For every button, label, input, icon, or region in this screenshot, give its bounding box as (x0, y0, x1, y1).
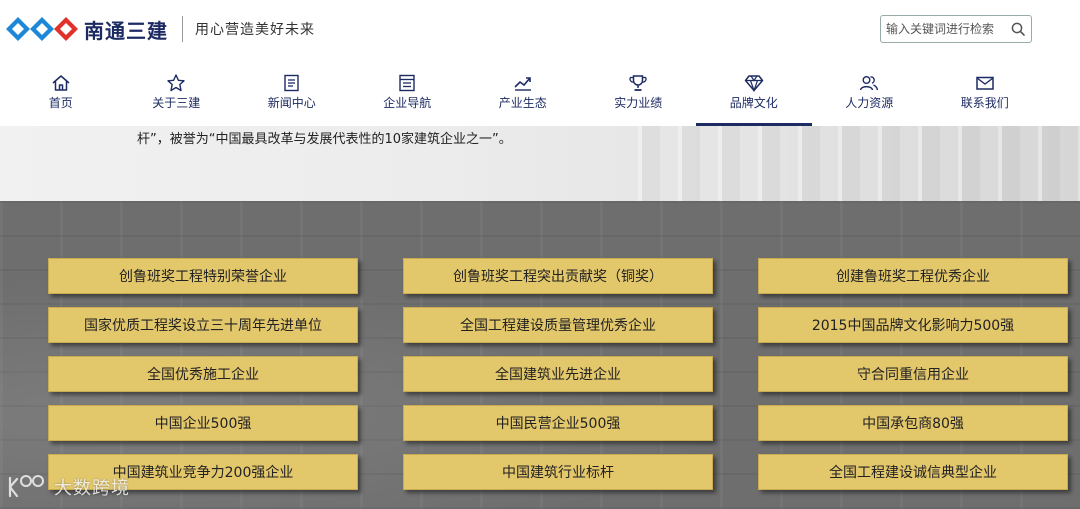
trophy-icon (629, 75, 647, 91)
nav-label: 首页 (48, 96, 73, 110)
brand-divider (182, 16, 183, 42)
watermark-text: 大数跨境 (54, 478, 130, 499)
people-icon (860, 76, 879, 91)
star-icon (167, 74, 185, 92)
home-icon (52, 75, 70, 91)
nav-item-brand-culture[interactable]: 品牌文化 (696, 70, 812, 126)
trend-chart-icon (514, 77, 531, 91)
award-tile[interactable]: 中国企业500强 (48, 405, 358, 441)
award-tile[interactable]: 中国建筑行业标杆 (403, 454, 713, 490)
award-tile[interactable]: 2015中国品牌文化影响力500强 (758, 307, 1068, 343)
nav-item-achievements[interactable]: 实力业绩 (581, 70, 697, 126)
nav-item-hr[interactable]: 人力资源 (812, 70, 928, 126)
nav-item-home[interactable]: 首页 (3, 70, 119, 126)
nav-item-about[interactable]: 关于三建 (119, 70, 235, 126)
award-tile[interactable]: 全国优秀施工企业 (48, 356, 358, 392)
site-header: 南通三建 用心营造美好未来 首页 关于三建 新闻中心 企业导航 产业生态 (0, 0, 1080, 126)
nav-label: 实力业绩 (614, 96, 663, 110)
awards-section: 创鲁班奖工程特别荣誉企业 创鲁班奖工程突出贡献奖（铜奖） 创建鲁班奖工程优秀企业… (0, 201, 1080, 509)
nav-item-news[interactable]: 新闻中心 (234, 70, 350, 126)
search-icon[interactable] (1010, 21, 1026, 37)
nav-label: 品牌文化 (729, 96, 778, 110)
watermark: 大数跨境 (6, 470, 130, 504)
award-tile[interactable]: 全国建筑业先进企业 (403, 356, 713, 392)
nav-item-industry[interactable]: 产业生态 (465, 70, 581, 126)
nav-item-enterprise-nav[interactable]: 企业导航 (350, 70, 466, 126)
award-tile[interactable]: 创鲁班奖工程特别荣誉企业 (48, 258, 358, 294)
logo-diamonds-icon (6, 17, 78, 41)
news-icon (284, 74, 299, 92)
award-tile[interactable]: 中国民营企业500强 (403, 405, 713, 441)
brand-name: 南通三建 (84, 18, 168, 43)
search-input[interactable] (881, 22, 1006, 36)
site-logo[interactable]: 南通三建 用心营造美好未来 (6, 14, 315, 44)
award-tile[interactable]: 全国工程建设诚信典型企业 (758, 454, 1068, 490)
brand-slogan: 用心营造美好未来 (195, 22, 315, 38)
award-tile[interactable]: 全国工程建设质量管理优秀企业 (403, 307, 713, 343)
intro-band: 杆”，被誉为“中国最具改革与发展代表性的10家建筑企业之一”。 (0, 126, 1080, 201)
main-nav: 首页 关于三建 新闻中心 企业导航 产业生态 实力业绩 品牌文化 人力资源 联系… (3, 70, 1043, 126)
intro-text: 杆”，被誉为“中国最具改革与发展代表性的10家建筑企业之一”。 (137, 132, 512, 147)
nav-label: 联系我们 (960, 96, 1009, 110)
award-tile[interactable]: 中国承包商80强 (758, 405, 1068, 441)
nav-label: 人力资源 (845, 96, 894, 110)
document-icon (399, 74, 415, 92)
nav-label: 产业生态 (498, 96, 547, 110)
nav-label: 新闻中心 (267, 96, 316, 110)
search-box (880, 15, 1032, 43)
award-tile[interactable]: 创鲁班奖工程突出贡献奖（铜奖） (403, 258, 713, 294)
award-tile[interactable]: 守合同重信用企业 (758, 356, 1068, 392)
nav-label: 关于三建 (152, 96, 201, 110)
watermark-logo-icon (8, 475, 44, 498)
award-tile[interactable]: 创建鲁班奖工程优秀企业 (758, 258, 1068, 294)
award-tile[interactable]: 国家优质工程奖设立三十周年先进单位 (48, 307, 358, 343)
award-grid: 创鲁班奖工程特别荣誉企业 创鲁班奖工程突出贡献奖（铜奖） 创建鲁班奖工程优秀企业… (48, 258, 1068, 490)
mail-icon (976, 76, 994, 90)
nav-item-contact[interactable]: 联系我们 (927, 70, 1043, 126)
nav-label: 企业导航 (383, 96, 432, 110)
diamond-icon (744, 75, 763, 92)
